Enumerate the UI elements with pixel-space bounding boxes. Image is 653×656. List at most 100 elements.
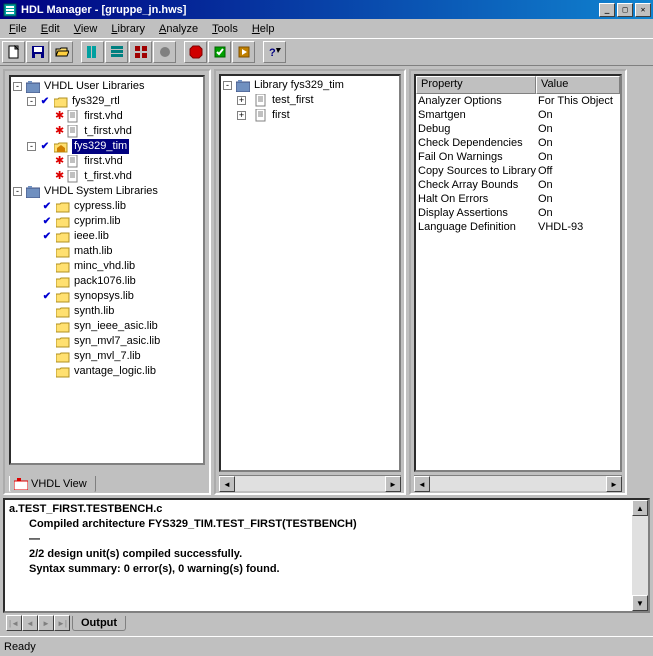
tree-syslib[interactable]: ✔cyprim.lib [13,214,201,229]
output-tab[interactable]: Output [72,616,126,631]
file-icon [65,110,81,124]
tree-syslib[interactable]: math.lib [13,244,201,259]
menu-file[interactable]: File [2,21,34,37]
value-column-header[interactable]: Value [536,76,620,94]
menu-view[interactable]: View [67,21,105,37]
checked-icon[interactable]: ✔ [41,289,53,304]
expand-icon[interactable]: + [237,111,246,120]
tree-syslib[interactable]: ✔ieee.lib [13,229,201,244]
property-row[interactable]: Display AssertionsOn [416,206,620,220]
property-row[interactable]: Fail On WarningsOn [416,150,620,164]
properties-list[interactable]: Property Value Analyzer OptionsFor This … [414,74,622,472]
tree-syslib[interactable]: syn_mvl_7.lib [13,349,201,364]
tree-root-sys[interactable]: -VHDL System Libraries [13,184,201,199]
tool-b-button[interactable] [105,41,128,63]
mid-tree-root[interactable]: -Library fys329_tim [223,78,397,93]
scroll-up-button[interactable]: ▲ [632,500,648,516]
open-button[interactable] [50,41,73,63]
tree-file[interactable]: ✱t_first.vhd [13,169,201,184]
property-row[interactable]: Language DefinitionVHDL-93 [416,220,620,234]
properties-header: Property Value [416,76,620,94]
property-key: Fail On Warnings [416,150,536,164]
collapse-icon[interactable]: - [13,82,22,91]
property-value: On [536,136,620,150]
checked-icon[interactable]: ✔ [41,214,53,229]
modified-icon: ✱ [55,169,64,184]
menu-tools[interactable]: Tools [205,21,245,37]
tree-file[interactable]: ✱first.vhd [13,109,201,124]
maximize-button[interactable]: □ [617,3,633,17]
stop-button[interactable] [184,41,207,63]
property-row[interactable]: Copy Sources to LibraryOff [416,164,620,178]
property-row[interactable]: SmartgenOn [416,108,620,122]
tab-vhdl-view[interactable]: VHDL View [9,476,96,493]
tree-syslib[interactable]: ✔synopsys.lib [13,289,201,304]
tree-lib[interactable]: -✔fys329_rtl [13,94,201,109]
menu-edit[interactable]: Edit [34,21,67,37]
toolbar: ? [0,38,653,66]
record-button[interactable] [153,41,176,63]
checked-icon[interactable]: ✔ [41,229,53,244]
property-row[interactable]: Halt On ErrorsOn [416,192,620,206]
property-row[interactable]: Check DependenciesOn [416,136,620,150]
scroll-track[interactable] [430,476,606,491]
property-column-header[interactable]: Property [416,76,536,94]
menu-analyze[interactable]: Analyze [152,21,205,37]
run-button[interactable] [232,41,255,63]
property-row[interactable]: Analyzer OptionsFor This Object [416,94,620,108]
close-button[interactable]: ✕ [635,3,651,17]
menu-help[interactable]: Help [245,21,282,37]
library-tree[interactable]: -VHDL User Libraries-✔fys329_rtl✱first.v… [9,75,205,465]
right-scrollbar-h[interactable]: ◄ ► [414,475,622,491]
checked-icon[interactable]: ✔ [41,199,53,214]
tree-syslib[interactable]: ✔cypress.lib [13,199,201,214]
property-row[interactable]: Check Array BoundsOn [416,178,620,192]
save-button[interactable] [26,41,49,63]
scroll-right-button[interactable]: ► [385,476,401,492]
help-button[interactable]: ? [263,41,286,63]
scroll-track[interactable] [235,476,385,491]
window-title: HDL Manager - [gruppe_jn.hws] [21,4,597,16]
collapse-icon[interactable]: - [13,187,22,196]
tool-c-button[interactable] [129,41,152,63]
minimize-button[interactable]: _ [599,3,615,17]
scroll-left-button[interactable]: ◄ [219,476,235,492]
tree-syslib[interactable]: synth.lib [13,304,201,319]
checked-icon[interactable]: ✔ [39,94,51,109]
tree-syslib[interactable]: syn_mvl7_asic.lib [13,334,201,349]
property-key: Copy Sources to Library [416,164,536,178]
compile-button[interactable] [208,41,231,63]
library-contents-tree[interactable]: -Library fys329_tim+test_first+first [219,74,401,472]
output-text[interactable]: a.TEST_FIRST.TESTBENCH.c Compiled archit… [5,500,648,579]
tree-syslib[interactable]: vantage_logic.lib [13,364,201,379]
tree-syslib[interactable]: minc_vhd.lib [13,259,201,274]
scroll-right-button[interactable]: ► [606,476,622,492]
scroll-down-button[interactable]: ▼ [632,595,648,611]
mid-tree-item[interactable]: +test_first [223,93,397,108]
tree-syslib[interactable]: syn_ieee_asic.lib [13,319,201,334]
checked-icon[interactable]: ✔ [39,139,51,154]
nav-prev-button[interactable]: ◄ [22,615,38,631]
expand-icon[interactable]: + [237,96,246,105]
mid-scrollbar-h[interactable]: ◄ ► [219,475,401,491]
menu-library[interactable]: Library [104,21,152,37]
nav-last-button[interactable]: ►| [54,615,70,631]
collapse-icon[interactable]: - [223,81,232,90]
new-button[interactable] [2,41,25,63]
tree-file[interactable]: ✱first.vhd [13,154,201,169]
tree-file[interactable]: ✱t_first.vhd [13,124,201,139]
nav-next-button[interactable]: ► [38,615,54,631]
scroll-left-button[interactable]: ◄ [414,476,430,492]
tree-lib[interactable]: -✔fys329_tim [13,139,201,154]
collapse-icon[interactable]: - [27,97,36,106]
property-row[interactable]: DebugOn [416,122,620,136]
scroll-track[interactable] [632,516,648,595]
collapse-icon[interactable]: - [27,142,36,151]
tool-a-button[interactable] [81,41,104,63]
nav-first-button[interactable]: |◄ [6,615,22,631]
tree-root-user[interactable]: -VHDL User Libraries [13,79,201,94]
folder-icon [55,320,71,334]
output-scrollbar-v[interactable]: ▲ ▼ [632,500,648,611]
mid-tree-item[interactable]: +first [223,108,397,123]
tree-syslib[interactable]: pack1076.lib [13,274,201,289]
